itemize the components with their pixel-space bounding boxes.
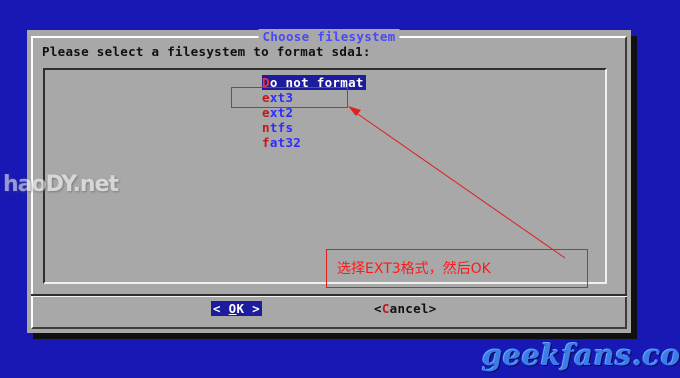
watermark-left: haoDY.net: [3, 172, 119, 197]
watermark-right: geekfans.com: [482, 338, 680, 372]
arrow-line: [351, 109, 566, 259]
